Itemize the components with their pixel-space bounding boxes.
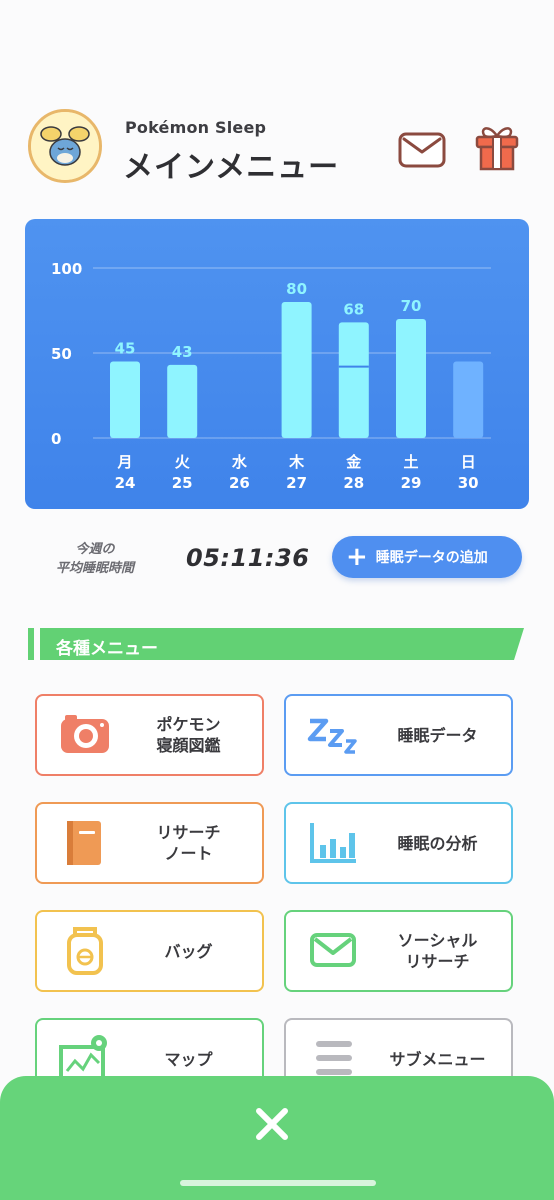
chart-bar-pending	[453, 361, 484, 438]
close-icon	[256, 1108, 288, 1140]
menu-button-sleep-analysis[interactable]: 睡眠の分析	[284, 802, 513, 884]
chart-bar	[396, 319, 426, 438]
menu-button-sleep-data[interactable]: 睡眠データ	[284, 694, 513, 776]
weekly-average-label: 今週の 平均睡眠時間	[55, 542, 134, 576]
weekly-average-time: 05:11:36	[186, 544, 310, 572]
close-button[interactable]	[254, 1106, 290, 1142]
gift-button[interactable]	[474, 124, 520, 172]
gift-icon	[475, 127, 519, 171]
x-tick-day: 25	[172, 474, 193, 492]
home-indicator	[180, 1180, 376, 1186]
page-title: メインメニュー	[123, 150, 340, 185]
bar-chart-icon	[306, 817, 362, 869]
chart-bar	[281, 302, 312, 438]
x-tick-weekday: 木	[288, 453, 305, 471]
chart-canvas: 0 50 100 45 月 24 43 火 25 水 26 80 木 27 68 金 28 70 土 29 日 30	[51, 260, 491, 492]
menu-button-research-notes[interactable]: リサーチ ノート	[35, 802, 264, 884]
x-tick-day: 27	[286, 474, 307, 492]
x-tick-day: 28	[343, 474, 364, 492]
menu-label: ソーシャル リサーチ	[397, 931, 478, 971]
x-tick-day: 29	[401, 474, 422, 492]
x-tick-weekday: 金	[345, 453, 362, 471]
menu-button-bag[interactable]: バッグ	[35, 910, 264, 992]
x-tick-weekday: 水	[232, 453, 248, 471]
bar-value-label: 70	[401, 297, 422, 315]
add-sleep-data-button[interactable]: + 睡眠データの追加	[332, 536, 522, 578]
pokemon-avatar-icon	[31, 112, 99, 180]
avatar[interactable]	[28, 109, 102, 183]
menu-button-pokemon-sleep-style-dex[interactable]: ポケモン 寝顔図鑑	[35, 694, 264, 776]
y-tick-label: 0	[51, 430, 61, 448]
menu-label: リサーチ ノート	[156, 823, 221, 863]
notebook-icon	[57, 817, 113, 869]
envelope-icon	[306, 925, 362, 977]
menu-label: バッグ	[164, 941, 213, 961]
x-tick-weekday: 日	[461, 453, 476, 471]
x-tick-day: 24	[115, 474, 136, 492]
camera-icon	[57, 709, 113, 761]
add-sleep-data-label: 睡眠データの追加	[375, 550, 488, 566]
x-tick-weekday: 月	[116, 453, 132, 471]
plus-icon: +	[346, 542, 368, 572]
zzz-icon	[306, 709, 362, 761]
menu-label: 睡眠の分析	[397, 833, 478, 853]
bar-value-label: 43	[172, 343, 193, 361]
chart-bar	[338, 322, 369, 438]
bar-value-label: 80	[286, 280, 307, 298]
y-tick-label: 50	[51, 345, 72, 363]
mail-icon	[398, 132, 446, 168]
section-title: 各種メニュー	[56, 639, 158, 659]
bag-icon	[57, 925, 113, 977]
mail-button[interactable]	[398, 130, 446, 170]
x-tick-day: 30	[458, 474, 479, 492]
chart-bar	[110, 361, 140, 438]
bar-value-label: 68	[343, 300, 364, 318]
y-tick-label: 100	[51, 260, 82, 278]
bar-value-label: 45	[115, 340, 136, 358]
menu-button-social-research[interactable]: ソーシャル リサーチ	[284, 910, 513, 992]
x-tick-day: 26	[229, 474, 250, 492]
sleep-score-chart[interactable]: 0 50 100 45 月 24 43 火 25 水 26 80 木 27 68 金 28 70 土 29 日 30	[25, 219, 529, 509]
chart-bar	[167, 364, 198, 438]
menu-label: 睡眠データ	[397, 725, 478, 745]
x-tick-weekday: 火	[175, 453, 191, 471]
app-name: Pokémon Sleep	[125, 118, 267, 137]
menu-label: ポケモン 寝顔図鑑	[156, 715, 221, 755]
x-tick-weekday: 土	[403, 453, 418, 471]
